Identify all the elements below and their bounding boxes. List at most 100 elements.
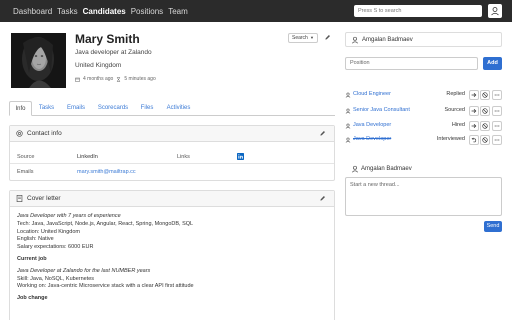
thread-author: Amgalan Badmaev [345,163,502,177]
nav-candidates[interactable]: Candidates [83,7,126,16]
reject-button[interactable] [480,121,490,131]
tab-info[interactable]: Info [9,101,32,116]
letter-line: Skill: Java, NoSQL, Kubernetes [17,275,95,282]
pipeline-job-link[interactable]: Java Developer [353,136,391,142]
contact-info-title: Contact info [27,130,62,137]
user-icon [345,108,351,114]
tab-scorecards[interactable]: Scorecards [93,101,133,116]
pipeline-status: Replied [446,91,465,97]
calendar-icon [75,77,80,82]
nav-tasks[interactable]: Tasks [57,7,77,16]
new-thread-textarea[interactable]: Start a new thread... [345,177,502,216]
ellipsis-icon [494,94,500,96]
reject-button[interactable] [480,106,490,116]
source-label: Source [17,154,35,160]
nav-dashboard[interactable]: Dashboard [13,7,52,16]
candidate-headline: Java developer at Zalando [75,49,152,56]
arrow-right-icon [471,108,477,114]
ellipsis-icon [494,139,500,141]
pipeline-job-link[interactable]: Senior Java Consultant [353,107,410,113]
hourglass-icon [116,76,121,82]
top-navbar: Dashboard Tasks Candidates Positions Tea… [0,0,512,22]
letter-line: Location: United Kingdom [17,228,80,235]
user-icon [345,92,351,98]
user-icon [351,165,359,173]
cover-letter-header: Cover letter [10,191,334,207]
search-select[interactable]: Search ▼ [288,33,318,43]
arrow-right-icon [471,123,477,129]
user-menu-button[interactable] [488,4,502,18]
candidate-meta: 4 months ago 5 minutes ago [75,76,156,82]
pipeline-status: Hired [451,122,465,128]
user-icon [351,36,359,44]
candidate-location: United Kingdom [75,62,122,69]
pipeline-row: Java Developer Interviewed [345,135,502,145]
linkedin-icon[interactable] [237,153,244,160]
nav-team[interactable]: Team [168,7,188,16]
owner-name: Amgalan Badmaev [362,37,413,43]
user-icon [345,137,351,143]
document-icon [16,195,23,202]
letter-line: Working on: Java-centric Microservice st… [17,283,194,290]
letter-line: English: Native [17,236,54,243]
chevron-down-icon: ▼ [310,35,314,40]
cover-letter-body: Java Developer with 7 years of experienc… [17,213,327,303]
links-label: Links [177,154,190,160]
tab-tasks[interactable]: Tasks [35,101,58,116]
add-position-button[interactable]: Add [483,57,502,70]
contact-info-card: Contact info Source LinkedIn Links Email… [9,125,335,181]
letter-heading: Current job [17,255,47,262]
position-input[interactable]: Position [345,57,478,70]
advance-button[interactable] [469,121,479,131]
tab-emails[interactable]: Emails [62,101,90,116]
tab-files[interactable]: Files [136,101,158,116]
at-sign-icon [16,130,23,137]
cover-letter-title: Cover letter [27,195,61,202]
more-button[interactable] [492,121,502,131]
pipeline-job-link[interactable]: Java Developer [353,122,391,128]
owner-select[interactable]: Amgalan Badmaev [345,32,502,47]
ban-icon [482,92,488,98]
tab-activities[interactable]: Activities [161,101,196,116]
more-button[interactable] [492,90,502,100]
ellipsis-icon [494,125,500,127]
pipeline-job-link[interactable]: Cloud Engineer [353,91,391,97]
undo-button[interactable] [469,135,479,145]
search-select-value: Search [292,35,308,41]
send-button[interactable]: Send [484,221,502,232]
pipeline-status: Interviewed [436,136,465,142]
ellipsis-icon [494,110,500,112]
created-time: 4 months ago [83,76,114,82]
candidate-tabs: Info Tasks Emails Scorecards Files Activ… [9,101,335,116]
reject-button[interactable] [480,135,490,145]
letter-line: Tech: Java, JavaScript, Node.js, Angular… [17,220,194,227]
pencil-icon[interactable] [319,195,326,202]
email-link[interactable]: mary.smith@mailtrap.cc [77,169,136,175]
letter-line: Java Developer at Zalando for the last N… [17,267,151,274]
pipeline-row: Cloud Engineer Replied [345,90,502,100]
arrow-right-icon [471,92,477,98]
advance-button[interactable] [469,90,479,100]
user-icon [345,123,351,129]
nav-positions[interactable]: Positions [131,7,163,16]
candidate-photo [11,33,66,88]
global-search-input[interactable]: Press S to search [354,5,482,17]
reject-button[interactable] [480,90,490,100]
advance-button[interactable] [469,106,479,116]
divider [10,163,334,164]
cover-letter-card: Cover letter Java Developer with 7 years… [9,190,335,320]
more-button[interactable] [492,106,502,116]
pencil-icon [325,35,330,40]
user-icon [491,7,499,16]
candidate-name: Mary Smith [75,32,140,46]
undo-icon [471,137,477,143]
source-value: LinkedIn [77,154,98,160]
letter-line: Salary expectations: 6000 EUR [17,244,94,251]
pipeline-row: Java Developer Hired [345,121,502,131]
edit-profile-button[interactable] [324,34,331,43]
letter-heading: Job change [17,295,48,302]
more-button[interactable] [492,135,502,145]
pencil-icon[interactable] [319,130,326,137]
pipeline-row: Senior Java Consultant Sourced [345,106,502,116]
emails-label: Emails [17,169,34,175]
